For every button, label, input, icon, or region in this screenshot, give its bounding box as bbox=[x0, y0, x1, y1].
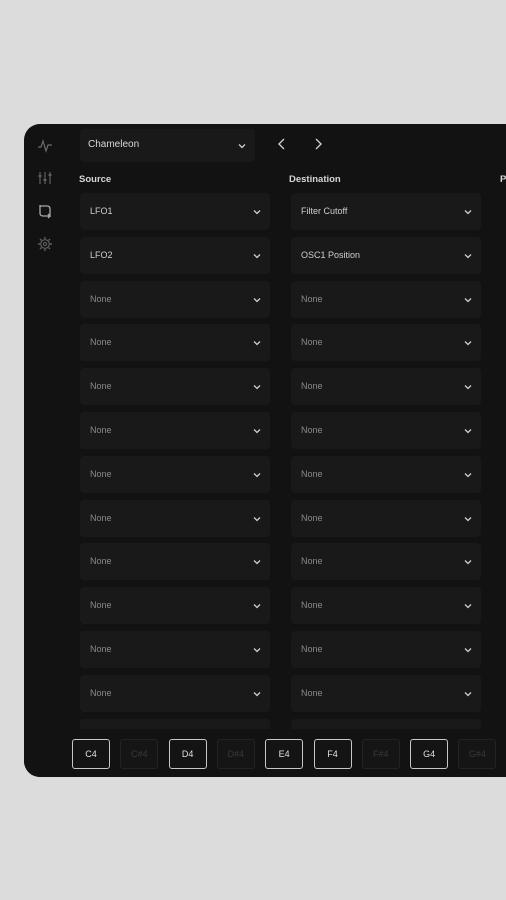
chevron-down-icon bbox=[253, 341, 261, 346]
chevron-down-icon bbox=[464, 648, 472, 653]
chevron-down-icon bbox=[253, 297, 261, 303]
waveform-icon[interactable] bbox=[37, 138, 53, 154]
key-fsharp4[interactable]: F#4 bbox=[361, 739, 400, 769]
chevron-left-icon[interactable] bbox=[274, 136, 290, 152]
destination-dropdown[interactable]: None bbox=[291, 280, 481, 318]
destination-label: None bbox=[301, 512, 323, 523]
source-label: None bbox=[90, 381, 112, 392]
preset-name: Chameleon bbox=[88, 139, 140, 150]
destination-label: None bbox=[301, 600, 323, 611]
source-dropdown[interactable]: None bbox=[80, 412, 270, 449]
source-label: None bbox=[90, 468, 112, 479]
destination-label: None bbox=[301, 644, 323, 654]
chevron-down-icon bbox=[253, 253, 261, 259]
destination-dropdown[interactable]: OSC1 Position bbox=[291, 236, 481, 274]
source-label: None bbox=[90, 337, 112, 348]
chevron-down-icon bbox=[464, 385, 472, 390]
chevron-down-icon bbox=[464, 516, 472, 522]
destination-label: None bbox=[301, 293, 323, 304]
source-dropdown[interactable]: None bbox=[80, 631, 270, 668]
source-dropdown[interactable]: LFO1 bbox=[80, 193, 270, 230]
preset-dropdown[interactable]: Chameleon bbox=[80, 129, 255, 162]
side-rail bbox=[24, 124, 66, 777]
source-label: None bbox=[90, 556, 112, 567]
source-dropdown[interactable]: LFO2 bbox=[80, 236, 270, 274]
chevron-down-icon bbox=[464, 429, 472, 434]
source-dropdown[interactable]: None bbox=[80, 543, 270, 581]
destination-dropdown[interactable]: None bbox=[291, 543, 481, 581]
source-dropdown[interactable]: None bbox=[80, 499, 270, 537]
source-label: None bbox=[90, 425, 112, 435]
chevron-down-icon bbox=[238, 144, 246, 149]
chevron-down-icon bbox=[253, 604, 261, 609]
chevron-down-icon bbox=[253, 210, 261, 215]
destination-label: OSC1 Position bbox=[301, 249, 361, 260]
chevron-right-icon[interactable] bbox=[310, 136, 326, 152]
sliders-icon[interactable] bbox=[37, 170, 53, 186]
destination-dropdown[interactable]: None bbox=[291, 587, 481, 625]
key-csharp4[interactable]: C#4 bbox=[120, 739, 159, 769]
destination-label: None bbox=[301, 687, 323, 698]
chevron-down-icon bbox=[464, 210, 472, 215]
chevron-down-icon bbox=[253, 429, 261, 434]
chevron-down-icon bbox=[464, 472, 472, 478]
chevron-down-icon bbox=[464, 341, 472, 346]
chevron-down-icon bbox=[253, 516, 261, 522]
destination-label: None bbox=[301, 381, 323, 392]
source-dropdown[interactable]: None bbox=[80, 368, 270, 406]
destination-label: None bbox=[301, 468, 323, 479]
key-d4[interactable]: D4 bbox=[168, 739, 207, 769]
destination-label: None bbox=[301, 337, 323, 348]
key-g4[interactable]: G4 bbox=[410, 739, 449, 769]
source-label: None bbox=[90, 644, 112, 654]
destination-label: None bbox=[301, 425, 323, 435]
source-label: LFO1 bbox=[90, 206, 113, 216]
source-dropdown[interactable]: None bbox=[80, 587, 270, 625]
source-header: Source bbox=[79, 174, 112, 185]
keyboard-strip: C4 C#4 D4 D#4 E4 F4 F#4 G4 G#4 bbox=[24, 729, 506, 777]
chevron-down-icon bbox=[464, 691, 472, 697]
source-dropdown[interactable]: None bbox=[80, 674, 270, 712]
chevron-down-icon bbox=[464, 253, 472, 259]
synth-window: Chameleon Source Destination P LFO1 Filte… bbox=[24, 124, 506, 777]
routing-icon[interactable] bbox=[37, 203, 53, 219]
key-c4[interactable]: C4 bbox=[72, 739, 110, 769]
destination-label: Filter Cutoff bbox=[301, 206, 348, 216]
source-label: None bbox=[90, 512, 112, 523]
destination-dropdown[interactable]: None bbox=[291, 455, 481, 493]
chevron-down-icon bbox=[464, 604, 472, 609]
destination-dropdown[interactable]: None bbox=[291, 368, 481, 406]
key-dsharp4[interactable]: D#4 bbox=[216, 739, 255, 769]
destination-header: Destination bbox=[289, 174, 341, 185]
chevron-down-icon bbox=[253, 472, 261, 478]
source-dropdown[interactable]: None bbox=[80, 455, 270, 493]
destination-dropdown[interactable]: None bbox=[291, 674, 481, 712]
gear-icon[interactable] bbox=[37, 236, 53, 252]
chevron-down-icon bbox=[253, 560, 261, 565]
source-dropdown[interactable]: None bbox=[80, 280, 270, 318]
source-label: None bbox=[90, 293, 112, 304]
chevron-down-icon bbox=[253, 385, 261, 390]
source-label: None bbox=[90, 687, 112, 698]
chevron-down-icon bbox=[253, 691, 261, 697]
destination-label: None bbox=[301, 556, 323, 567]
partial-column-header: P bbox=[500, 174, 506, 185]
key-f4[interactable]: F4 bbox=[313, 739, 352, 769]
source-dropdown[interactable]: None bbox=[80, 324, 270, 362]
destination-dropdown[interactable]: None bbox=[291, 631, 481, 668]
destination-dropdown[interactable]: None bbox=[291, 412, 481, 449]
chevron-down-icon bbox=[253, 648, 261, 653]
source-label: LFO2 bbox=[90, 249, 113, 260]
key-gsharp4[interactable]: G#4 bbox=[458, 739, 497, 769]
source-label: None bbox=[90, 600, 112, 611]
key-e4[interactable]: E4 bbox=[265, 739, 304, 769]
chevron-down-icon bbox=[464, 560, 472, 565]
destination-dropdown[interactable]: None bbox=[291, 324, 481, 362]
destination-dropdown[interactable]: Filter Cutoff bbox=[291, 193, 481, 230]
destination-dropdown[interactable]: None bbox=[291, 499, 481, 537]
chevron-down-icon bbox=[464, 297, 472, 303]
